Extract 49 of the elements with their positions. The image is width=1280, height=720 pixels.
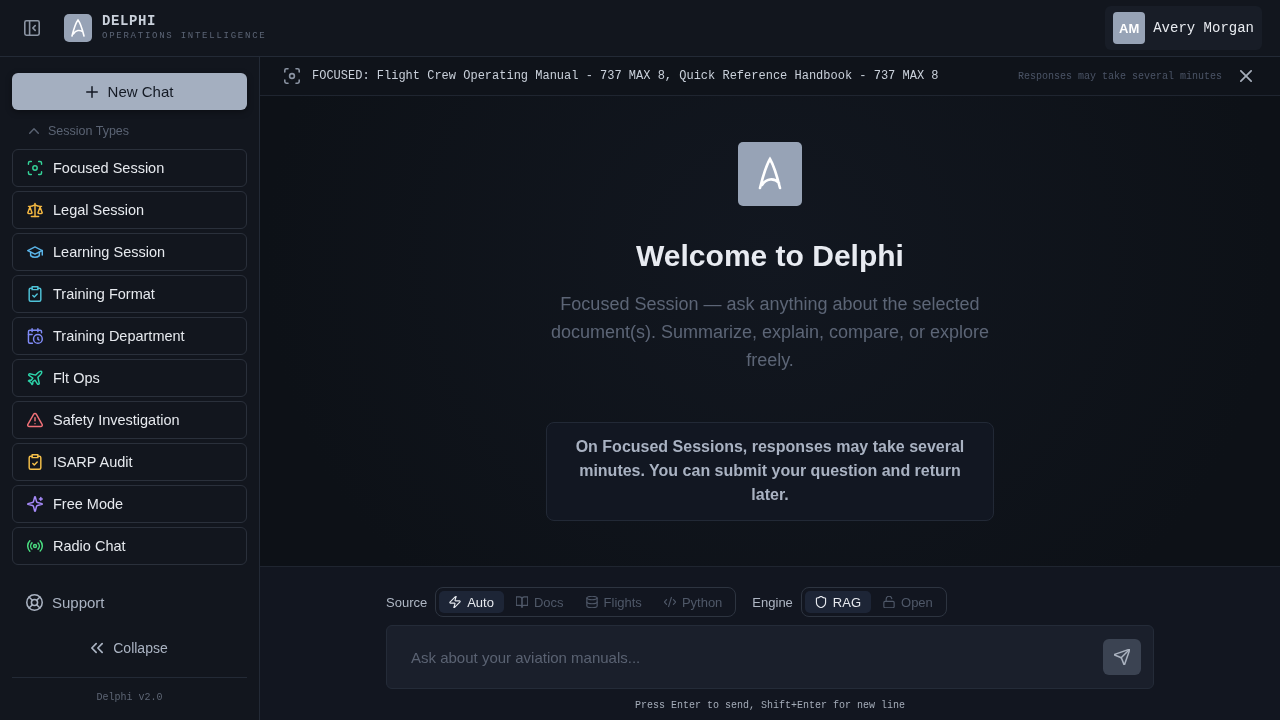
banner-note: Responses may take several minutes [1017, 70, 1222, 82]
book-icon [515, 596, 528, 608]
brand-name: DELPHI [102, 14, 157, 29]
session-type-item[interactable]: Training Department [12, 317, 247, 355]
focus-banner-text: FOCUSED: Flight Crew Operating Manual - 737 MAX 8, Quick Reference Handbook - 737 MAX 8 [312, 69, 939, 83]
session-type-item[interactable]: Legal Session [12, 191, 247, 229]
notice-message: On Focused Sessions, responses may take several minutes. You can submit your question and return later. [546, 422, 994, 521]
welcome-subtitle: Focused Session — ask anything about the selected document(s). Summarize, explain, compare, or explore freely. [549, 293, 991, 372]
focus-frame-icon [284, 68, 300, 84]
message-input[interactable]: Ask about your aviation manuals... [386, 625, 1154, 689]
support-link[interactable]: Support [12, 590, 105, 614]
life-buoy-icon [26, 593, 43, 611]
logo-icon [64, 14, 92, 42]
session-type-item[interactable]: Focused Session [12, 149, 247, 187]
brand-tagline: OPERATIONS INTELLIGENCE [102, 30, 267, 42]
send-icon [1114, 649, 1130, 665]
source-label: Source [386, 594, 428, 610]
close-button[interactable] [1240, 70, 1252, 82]
user-name: Avery Morgan [1153, 20, 1254, 36]
shield-icon [814, 596, 827, 608]
lightning-icon [449, 596, 462, 608]
double-chevron-left-icon [91, 642, 104, 654]
user-menu[interactable]: AM Avery Morgan [1105, 6, 1262, 50]
engine-option[interactable]: RAG [804, 591, 871, 613]
database-icon [585, 596, 598, 608]
user-avatar: AM [1113, 12, 1146, 44]
session-type-item[interactable]: Safety Investigation [12, 401, 247, 439]
collapse-button[interactable]: Collapse [91, 636, 168, 660]
session-type-item[interactable]: Flt Ops [12, 359, 247, 397]
session-type-item[interactable]: Training Format [12, 275, 247, 313]
panel-collapse-icon [24, 20, 40, 36]
code-icon [663, 596, 676, 608]
session-type-item[interactable]: Radio Chat [12, 527, 247, 565]
source-option[interactable]: Auto [439, 591, 504, 613]
welcome-title: Welcome to Delphi [636, 238, 904, 274]
input-hint: Press Enter to send, Shift+Enter for new line [634, 699, 905, 713]
session-type-item[interactable]: Free Mode [12, 485, 247, 523]
version-label: Delphi v2.0 [96, 691, 163, 705]
session-type-item[interactable]: ISARP Audit [12, 443, 247, 481]
close-icon [1240, 70, 1252, 82]
plus-icon [85, 85, 98, 98]
chevron-up-icon [29, 128, 39, 134]
send-button[interactable] [1103, 639, 1141, 675]
session-type-item[interactable]: Learning Session [12, 233, 247, 271]
new-chat-button[interactable]: New Chat [12, 73, 247, 110]
logo-icon [738, 142, 802, 206]
engine-label: Engine [752, 594, 793, 610]
unlocked-padlock-icon [883, 596, 895, 608]
sidebar-toggle-button[interactable] [24, 20, 40, 36]
